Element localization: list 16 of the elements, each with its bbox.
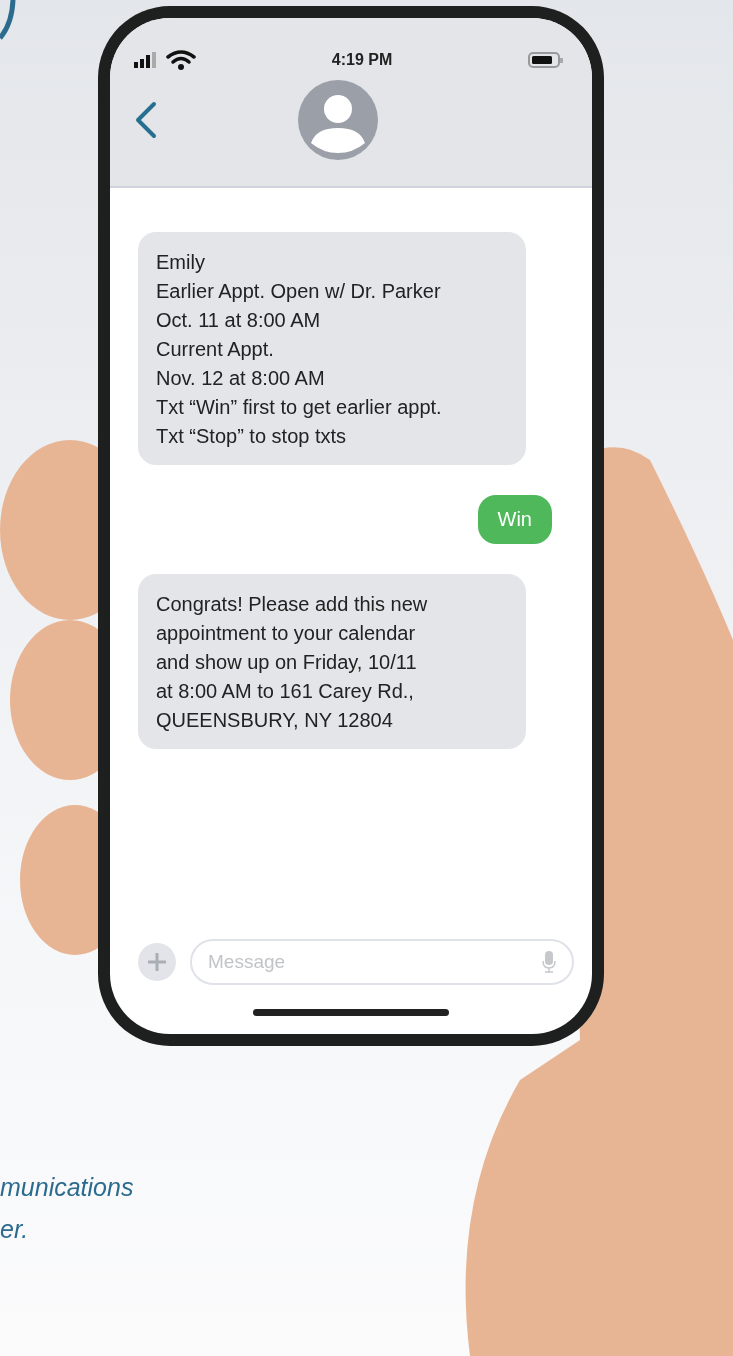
signal-icon <box>134 52 158 68</box>
caption-text: munications <box>0 1172 134 1203</box>
battery-icon <box>528 51 564 69</box>
microphone-icon[interactable] <box>542 951 556 973</box>
contact-avatar-icon <box>298 80 378 160</box>
sent-message: Win <box>477 495 552 544</box>
received-message: Emily Earlier Appt. Open w/ Dr. Parker Oct. 11 at 8:00 AM Current Appt. Nov. 12 at 8:00 AM Txt “Win” first to get earlier appt. Txt “Stop” to stop txts <box>138 232 526 465</box>
back-chevron-icon[interactable] <box>134 101 158 139</box>
plus-icon <box>148 953 166 971</box>
wifi-icon <box>166 50 196 70</box>
arc-decoration <box>0 0 16 40</box>
add-button[interactable] <box>138 943 176 981</box>
message-field[interactable]: Message <box>190 939 574 985</box>
caption-text: er. <box>0 1214 29 1245</box>
received-message: Congrats! Please add this new appointment to your calendar and show up on Friday, 10/11 at 8:00 AM to 161 Carey Rd., QUEENSBURY, NY 12804 <box>138 574 526 749</box>
status-time: 4:19 PM <box>331 50 393 70</box>
